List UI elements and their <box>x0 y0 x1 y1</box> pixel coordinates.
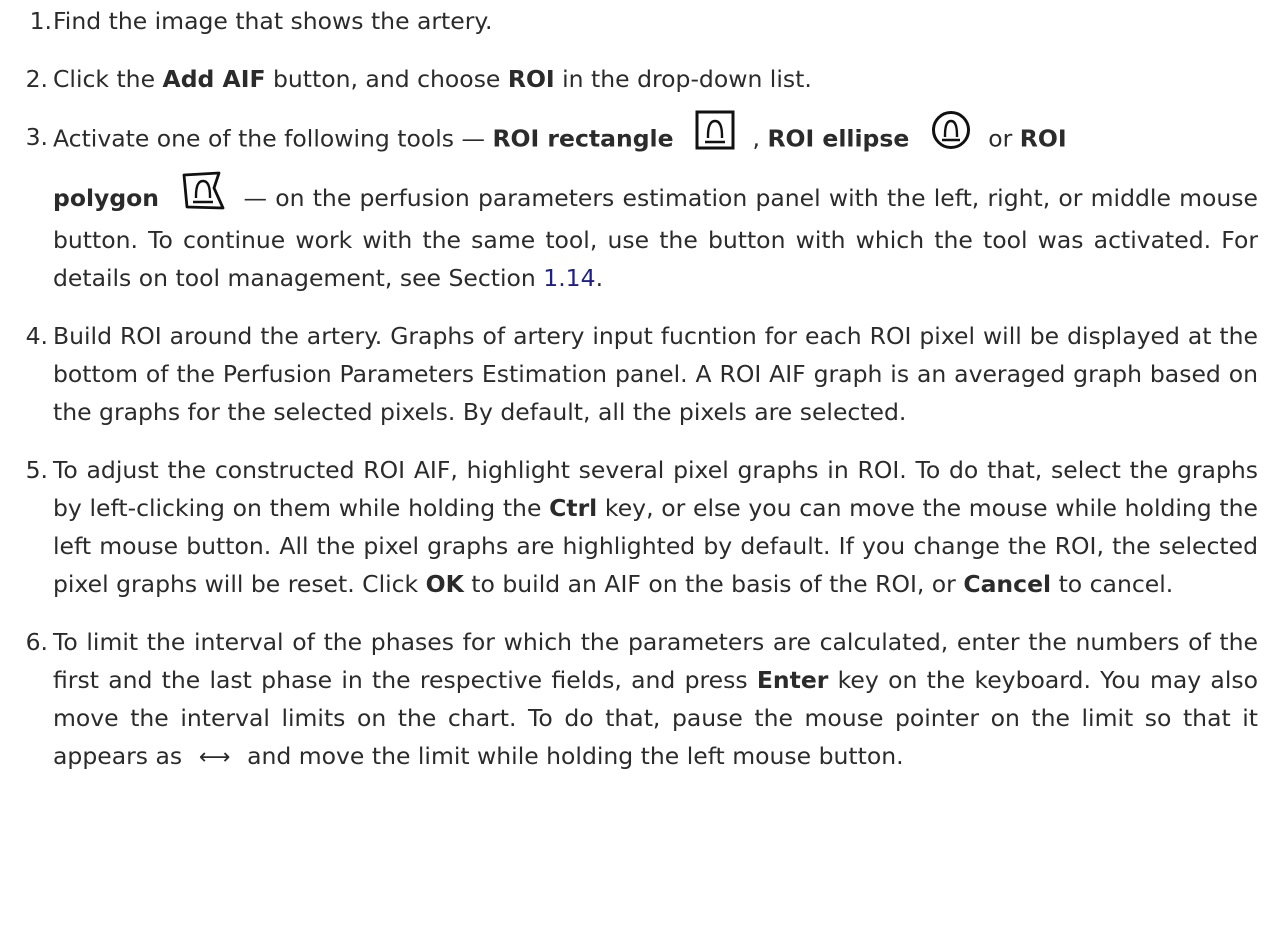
ok-label: OK <box>425 570 464 598</box>
step-text: — on the perfusion parameters estimation… <box>53 184 1258 292</box>
roi-polygon-label-part2: polygon <box>53 184 160 212</box>
roi-rectangle-label: ROI rectangle <box>492 124 674 153</box>
roi-polygon-icon <box>181 170 225 221</box>
enter-key-label: Enter <box>756 666 829 694</box>
step-text: , <box>745 124 768 153</box>
roi-rectangle-icon <box>695 110 735 162</box>
roi-polygon-label-part1: ROI <box>1019 124 1067 153</box>
step-text: to cancel. <box>1051 570 1174 598</box>
step-2: 2. Click the Add AIF button, and choose … <box>8 60 1258 98</box>
instruction-list: 1. Find the image that shows the artery.… <box>8 2 1258 797</box>
roi-ellipse-label: ROI ellipse <box>767 124 910 153</box>
ctrl-key-label: Ctrl <box>549 494 598 522</box>
step-3: 3. Activate one of the following tools —… <box>8 110 1258 297</box>
step-text: in the drop-down list. <box>554 65 812 93</box>
step-number: 2. <box>25 65 48 93</box>
step-number: 1. <box>29 7 52 35</box>
cancel-label: Cancel <box>963 570 1052 598</box>
step-text: button, and choose <box>265 65 508 93</box>
roi-ellipse-icon <box>931 110 971 162</box>
step-text: and move the limit while holding the lef… <box>239 742 904 770</box>
step-number: 4. <box>25 322 48 350</box>
step-number: 3. <box>25 123 48 151</box>
step-text: Click the <box>53 65 163 93</box>
step-number: 6. <box>25 628 48 656</box>
section-link[interactable]: 1.14 <box>543 264 595 292</box>
step-5: 5. To adjust the constructed ROI AIF, hi… <box>8 451 1258 603</box>
step-4: 4. Build ROI around the artery. Graphs o… <box>8 317 1258 431</box>
step-6: 6. To limit the interval of the phases f… <box>8 623 1258 777</box>
add-aif-label: Add AIF <box>162 65 266 93</box>
step-text: Build ROI around the artery. Graphs of a… <box>53 322 1258 426</box>
step-text: or <box>980 124 1020 153</box>
step-1: 1. Find the image that shows the artery. <box>8 2 1258 40</box>
resize-arrow-icon: ⟷ <box>198 745 231 770</box>
step-text: Find the image that shows the artery. <box>53 7 493 35</box>
step-text: to build an AIF on the basis of the ROI,… <box>463 570 964 598</box>
step-text: . <box>595 264 604 292</box>
step-number: 5. <box>25 456 48 484</box>
step-text: Activate one of the following tools — <box>53 124 493 153</box>
roi-label: ROI <box>507 65 555 93</box>
